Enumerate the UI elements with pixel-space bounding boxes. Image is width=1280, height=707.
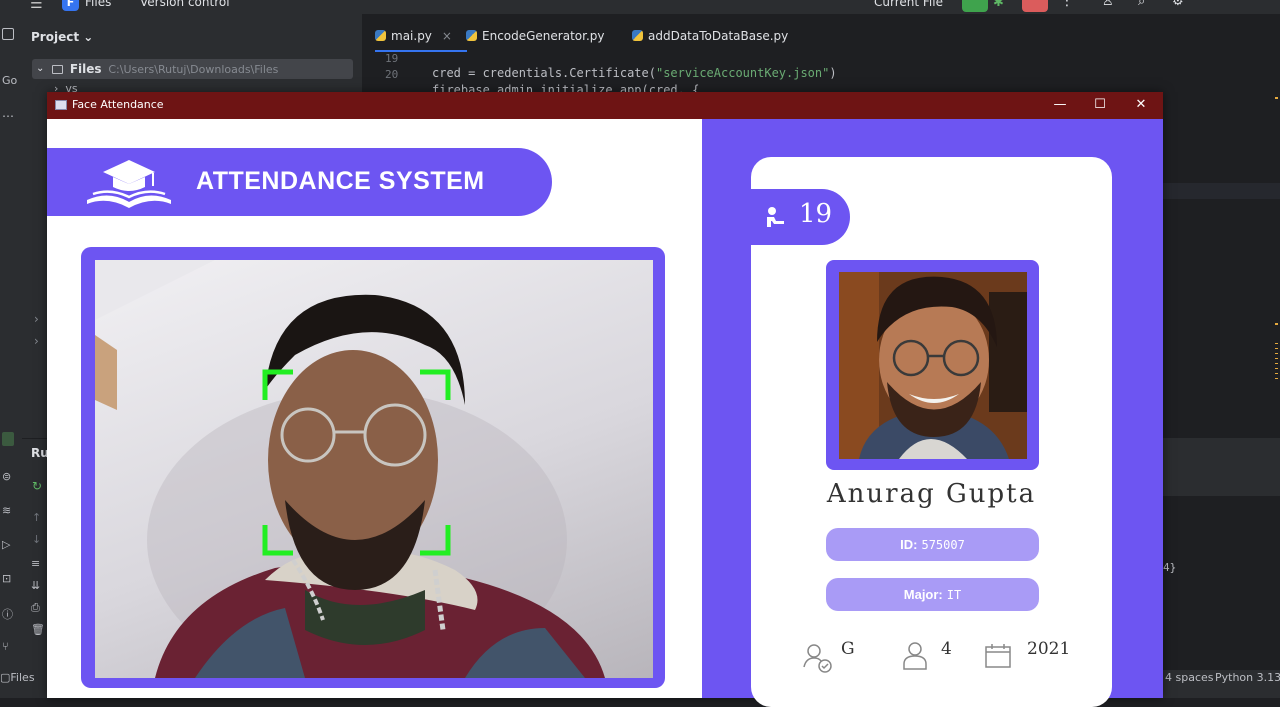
down-arrow-icon[interactable]: ↓ [32, 533, 41, 546]
problems-icon[interactable]: ⓘ [2, 606, 13, 622]
rerun-icon[interactable]: ↻ [32, 479, 42, 493]
face-attendance-window: Face Attendance — ☐ ✕ ATTENDANCE SYSTEM [47, 92, 1163, 698]
minimize-button[interactable]: — [1049, 95, 1071, 115]
maximize-button[interactable]: ☐ [1089, 95, 1111, 115]
major-value: IT [947, 588, 961, 602]
student-name: Anurag Gupta [751, 479, 1112, 509]
project-root-name: Files [70, 62, 102, 76]
vcs-icon[interactable]: ⑂ [2, 640, 9, 653]
banner-title: ATTENDANCE SYSTEM [196, 167, 485, 196]
services-icon[interactable]: ▷ [2, 538, 10, 551]
error-stripe-mark [1275, 323, 1278, 325]
header-banner: ATTENDANCE SYSTEM [47, 148, 552, 216]
id-label: ID: [900, 537, 917, 552]
up-arrow-icon[interactable]: ↑ [32, 511, 41, 524]
tab-add-data-to-database[interactable]: addDataToDataBase.py [632, 24, 788, 52]
code-line[interactable]: cred = credentials.Certificate("serviceA… [432, 66, 837, 80]
graduation-cap-icon [85, 158, 173, 208]
line-number: 20 [385, 68, 398, 81]
python-file-icon [632, 30, 643, 41]
window-titlebar[interactable]: Face Attendance — ☐ ✕ [47, 92, 1163, 119]
vcs-menu[interactable]: Version control [140, 0, 230, 9]
scroll-end-icon[interactable]: ⇊ [31, 579, 40, 592]
folder-icon[interactable] [2, 28, 14, 40]
ide-toolbar: ☰ F Files Version control Current File ✱… [0, 0, 1280, 14]
project-root-path: C:\Users\Rutuj\Downloads\Files [108, 63, 278, 76]
tab-encode-generator[interactable]: EncodeGenerator.py [466, 24, 605, 52]
more-actions-icon[interactable]: ⋮ [1060, 0, 1074, 9]
project-panel-title[interactable]: Project ⌄ [31, 30, 93, 44]
student-photo [839, 272, 1027, 459]
print-icon[interactable]: ⎙ [31, 601, 40, 615]
terminal-icon[interactable]: ⊡ [2, 572, 11, 585]
soft-wrap-icon[interactable]: ≡ [31, 557, 40, 570]
python-file-icon [466, 30, 477, 41]
settings-icon[interactable]: ⚙ [1172, 0, 1184, 9]
run-panel: Ru ↻ ↑ ↓ ≡ ⇊ ⎙ 🗑 [22, 438, 47, 698]
trash-icon[interactable]: 🗑 [31, 623, 45, 636]
console-text: 4} [1163, 561, 1176, 574]
stop-icon[interactable] [1022, 0, 1048, 12]
attendance-canvas: ATTENDANCE SYSTEM [47, 119, 1163, 698]
indent-indicator[interactable]: 4 spaces [1165, 671, 1214, 684]
run-config-select[interactable]: Current File [874, 0, 943, 9]
id-value: 575007 [921, 538, 964, 552]
project-switcher[interactable]: Files [85, 0, 111, 9]
total-attendance: 19 [799, 199, 832, 229]
student-standing: G [841, 639, 855, 659]
main-menu-icon[interactable]: ☰ [30, 0, 44, 12]
app-icon [55, 100, 67, 110]
error-stripe-mark [1275, 97, 1278, 99]
layers-icon[interactable]: ≋ [2, 504, 11, 517]
window-title: Face Attendance [72, 98, 164, 111]
python-file-icon [375, 30, 386, 41]
chevron-right-icon[interactable]: › [34, 312, 39, 326]
folder-icon: ▢ [0, 671, 10, 684]
chevron-right-icon[interactable]: › [34, 334, 39, 348]
current-line-highlight [1163, 183, 1280, 199]
student-portrait [839, 272, 1027, 459]
close-icon[interactable]: × [442, 29, 452, 43]
student-major-pill: Major: IT [826, 578, 1039, 611]
project-badge-icon[interactable]: F [62, 0, 79, 11]
person-icon [765, 206, 787, 228]
user-icon [902, 641, 928, 671]
major-label: Major: [904, 587, 943, 602]
standing-icon [803, 643, 833, 673]
tab-mai-py[interactable]: mai.py× [375, 24, 467, 52]
student-starting-year: 2021 [1027, 639, 1070, 659]
project-root-row[interactable]: ⌄ Files C:\Users\Rutuj\Downloads\Files [32, 59, 353, 79]
chevron-down-icon: ⌄ [36, 59, 44, 79]
run-output-header [1163, 438, 1280, 496]
student-year: 4 [941, 639, 952, 659]
status-breadcrumb[interactable]: ▢Files [0, 671, 35, 684]
tool-window-stripe: Go … ⊜ ≋ ▷ ⊡ ⓘ ⑂ [0, 14, 22, 698]
calendar-icon [984, 643, 1012, 669]
attendance-count-badge: 19 [751, 189, 850, 245]
python-packages-icon[interactable]: ⊜ [2, 470, 11, 483]
line-number: 19 [385, 52, 398, 65]
debug-icon[interactable]: ✱ [993, 0, 1015, 13]
structure-icon[interactable]: Go [2, 74, 17, 87]
face-detection-box [95, 260, 653, 678]
error-stripe-mark [1275, 343, 1278, 383]
folder-icon [52, 65, 63, 74]
run-tool-icon[interactable] [2, 432, 14, 446]
add-user-icon[interactable]: ♙ [1102, 0, 1114, 9]
student-id-pill: ID: 575007 [826, 528, 1039, 561]
search-icon[interactable]: ⌕ [1138, 0, 1145, 9]
close-button[interactable]: ✕ [1130, 95, 1152, 115]
more-tools-icon[interactable]: … [2, 106, 14, 120]
interpreter-indicator[interactable]: Python 3.13 [1215, 671, 1280, 684]
run-icon[interactable] [962, 0, 988, 12]
editor-right-area: 4} [1163, 53, 1280, 698]
webcam-feed [95, 260, 653, 678]
